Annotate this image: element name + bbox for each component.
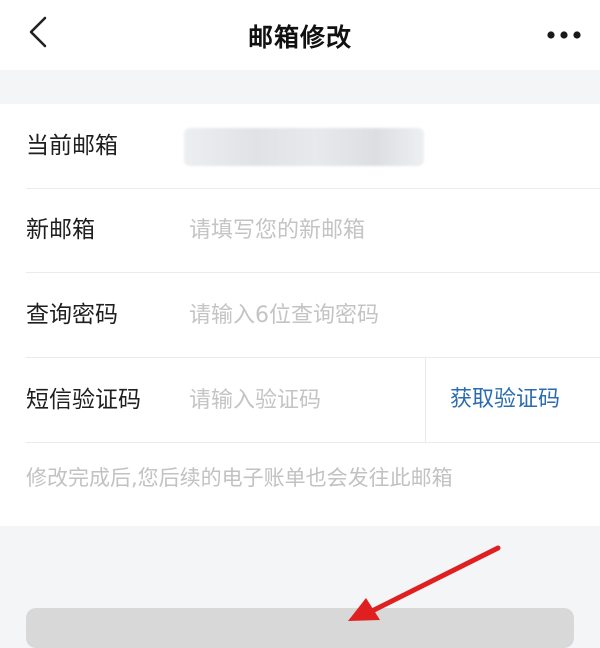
current-email-row: 当前邮箱: [26, 104, 600, 189]
new-email-label: 新邮箱: [26, 217, 95, 243]
sms-code-input[interactable]: [189, 378, 409, 422]
current-email-value-blurred: [184, 128, 424, 166]
current-email-label: 当前邮箱: [26, 133, 118, 159]
page-title: 邮箱修改: [247, 23, 352, 52]
section-gap: [0, 70, 600, 104]
confirm-button[interactable]: [26, 608, 574, 648]
sms-code-label: 短信验证码: [26, 387, 141, 413]
new-email-row: 新邮箱: [26, 188, 600, 273]
divider: [425, 358, 426, 442]
query-password-label: 查询密码: [26, 302, 118, 328]
email-change-form: 当前邮箱 新邮箱 查询密码 短信验证码 获取验证码 修改完成后,您后续的电子账单…: [0, 104, 600, 526]
query-password-input[interactable]: [189, 293, 424, 337]
email-change-note: 修改完成后,您后续的电子账单也会发往此邮箱: [26, 466, 453, 490]
more-button[interactable]: [544, 22, 584, 46]
top-nav-bar: 邮箱修改: [0, 0, 600, 70]
new-email-input[interactable]: [189, 208, 424, 252]
query-password-row: 查询密码: [26, 273, 600, 358]
more-horizontal-icon: [546, 25, 582, 44]
get-verification-code-button[interactable]: 获取验证码: [450, 358, 560, 442]
sms-code-row: 短信验证码 获取验证码: [26, 358, 600, 443]
